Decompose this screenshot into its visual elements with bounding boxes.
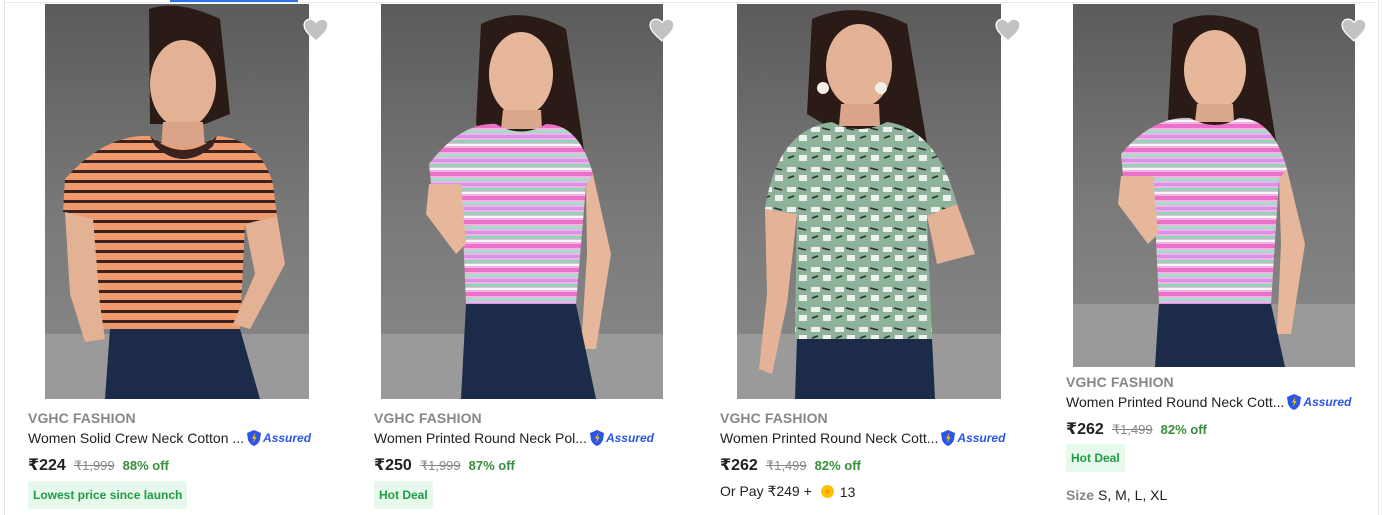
product-title[interactable]: Women Printed Round Neck Pol... — [374, 430, 587, 446]
supercoin-offer: Or Pay ₹249 + 13 — [720, 483, 855, 500]
selling-price: ₹262 — [1066, 421, 1104, 438]
assured-badge: Assured — [940, 429, 1005, 447]
product-title[interactable]: Women Printed Round Neck Cott... — [720, 430, 938, 446]
size-info: Size S, M, L, XL — [1066, 487, 1167, 503]
discount-percent: 82% off — [1160, 422, 1207, 437]
assured-label: Assured — [605, 431, 654, 445]
selling-price: ₹250 — [374, 457, 412, 474]
product-image[interactable] — [737, 4, 1001, 399]
brand-name: VGHC FASHION — [1066, 374, 1174, 390]
title-row: Women Solid Crew Neck Cotton ... Assured — [28, 428, 311, 448]
assured-shield-icon — [246, 429, 262, 447]
assured-badge: Assured — [246, 429, 311, 447]
price-row: ₹262 ₹1,499 82% off — [720, 455, 861, 475]
assured-badge: Assured — [1286, 393, 1351, 411]
original-price: ₹1,999 — [419, 458, 461, 473]
price-row: ₹224 ₹1,999 88% off — [28, 455, 169, 475]
title-row: Women Printed Round Neck Pol... Assured — [374, 428, 654, 448]
product-image[interactable] — [45, 4, 309, 399]
brand-name: VGHC FASHION — [28, 410, 136, 426]
product-image[interactable] — [381, 4, 663, 399]
assured-label: Assured — [957, 431, 1006, 445]
assured-shield-icon — [1286, 393, 1302, 411]
selling-price: ₹262 — [720, 457, 758, 474]
wishlist-heart-icon[interactable] — [1341, 18, 1367, 42]
selling-price: ₹224 — [28, 457, 66, 474]
assured-shield-icon — [589, 429, 605, 447]
wishlist-heart-icon[interactable] — [649, 18, 675, 42]
brand-name: VGHC FASHION — [374, 410, 482, 426]
discount-percent: 82% off — [814, 458, 861, 473]
product-card[interactable]: VGHC FASHION Women Solid Crew Neck Cotto… — [5, 0, 351, 515]
or-pay-text: Or Pay ₹249 + — [720, 483, 812, 499]
size-options: S, M, L, XL — [1098, 487, 1168, 503]
size-label: Size — [1066, 487, 1095, 503]
product-card[interactable]: VGHC FASHION Women Printed Round Neck Po… — [351, 0, 697, 515]
assured-badge: Assured — [589, 429, 654, 447]
original-price: ₹1,499 — [1111, 422, 1153, 437]
wishlist-heart-icon[interactable] — [995, 18, 1021, 42]
product-card[interactable]: VGHC FASHION Women Printed Round Neck Co… — [1043, 0, 1383, 515]
discount-percent: 87% off — [468, 458, 515, 473]
wishlist-heart-icon[interactable] — [303, 18, 329, 42]
offer-tag: Lowest price since launch — [28, 481, 188, 509]
title-row: Women Printed Round Neck Cott... Assured — [720, 428, 1005, 448]
price-row: ₹262 ₹1,499 82% off — [1066, 419, 1207, 439]
offer-tag: Hot Deal — [374, 481, 433, 509]
discount-percent: 88% off — [122, 458, 169, 473]
product-title[interactable]: Women Printed Round Neck Cott... — [1066, 394, 1284, 410]
price-row: ₹250 ₹1,999 87% off — [374, 455, 515, 475]
product-card[interactable]: VGHC FASHION Women Printed Round Neck Co… — [697, 0, 1043, 515]
supercoin-icon — [820, 485, 834, 498]
title-row: Women Printed Round Neck Cott... Assured — [1066, 392, 1351, 412]
assured-label: Assured — [263, 431, 312, 445]
assured-shield-icon — [940, 429, 956, 447]
offer-tag: Hot Deal — [1066, 444, 1125, 472]
assured-label: Assured — [1303, 395, 1352, 409]
product-image[interactable] — [1073, 4, 1355, 367]
coin-count: 13 — [839, 483, 856, 500]
brand-name: VGHC FASHION — [720, 410, 828, 426]
original-price: ₹1,999 — [73, 458, 115, 473]
product-title[interactable]: Women Solid Crew Neck Cotton ... — [28, 430, 244, 446]
original-price: ₹1,499 — [765, 458, 807, 473]
